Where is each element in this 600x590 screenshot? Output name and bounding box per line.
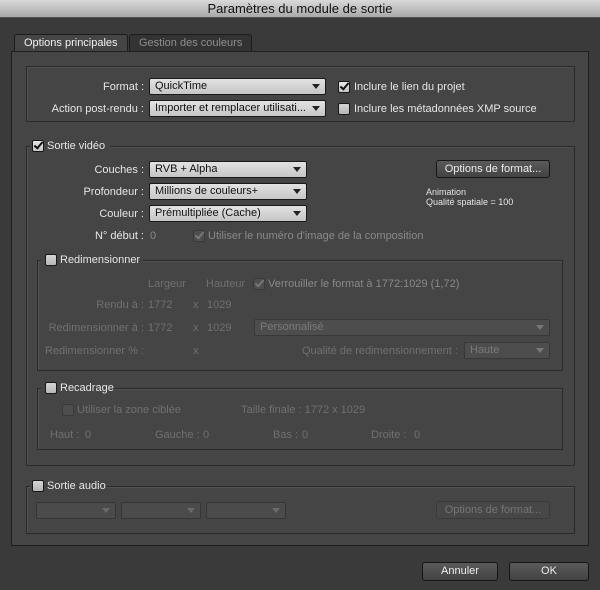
tab-options-principales[interactable]: Options principales [14,34,128,52]
crop-bottom-field[interactable]: 0 [302,429,308,441]
channels-label: Couches : [94,164,144,176]
chevron-down-icon [293,211,301,216]
crop-group [37,388,563,450]
lock-aspect-label: Verrouiller le format à 1772:1029 (1,72) [268,278,460,290]
crop-left-field[interactable]: 0 [203,429,209,441]
resize-x: x [193,322,199,334]
ok-button[interactable]: OK [509,562,589,581]
include-project-link-label: Inclure le lien du projet [354,81,465,93]
audio-sample-rate-dropdown[interactable] [36,502,116,519]
checkmark-icon [194,229,205,240]
post-render-value: Importer et remplacer utilisati... [155,102,305,114]
color-value: Prémultipliée (Cache) [155,207,261,219]
depth-dropdown[interactable]: Millions de couleurs+ [149,183,307,200]
format-label: Format : [103,81,144,93]
resize-quality-dropdown[interactable]: Haute [464,342,550,359]
chevron-down-icon [187,508,195,513]
crop-top-label: Haut : [50,429,80,441]
video-output-label: Sortie vidéo [47,140,106,152]
audio-output-label: Sortie audio [47,480,106,492]
checkmark-icon [339,80,350,91]
resize-label: Redimensionner [60,254,141,266]
color-label: Couleur : [99,208,144,220]
crop-right-label: Droite : [371,429,407,441]
rendered-at-label: Rendu à : [96,299,144,311]
chevron-down-icon [536,325,544,330]
rendered-width: 1772 [148,299,173,311]
depth-label: Profondeur : [83,186,144,198]
post-render-dropdown[interactable]: Importer et remplacer utilisati... [149,100,326,117]
use-comp-frame-checkbox[interactable] [193,229,205,242]
crop-left-label: Gauche : [155,429,200,441]
color-dropdown[interactable]: Prémultipliée (Cache) [149,205,307,222]
cancel-button[interactable]: Annuler [422,562,498,581]
chevron-down-icon [293,189,301,194]
use-roi-label: Utiliser la zone ciblée [77,404,181,416]
crop-checkbox[interactable] [45,382,57,394]
window-title: Paramètres du module de sortie [0,0,600,18]
chevron-down-icon [293,167,301,172]
chevron-down-icon [536,348,544,353]
format-dropdown[interactable]: QuickTime [149,78,326,95]
include-project-link-checkbox[interactable] [338,80,350,93]
use-comp-frame-label: Utiliser le numéro d'image de la composi… [208,230,424,242]
chevron-down-icon [272,508,280,513]
rendered-height: 1029 [207,299,232,311]
channels-value: RVB + Alpha [155,163,218,175]
resize-to-label: Redimensionner à : [48,322,144,334]
depth-value: Millions de couleurs+ [155,185,259,197]
resize-preset-dropdown[interactable]: Personnalisé [254,319,550,336]
lock-aspect-checkbox[interactable] [253,277,265,290]
resize-quality-label: Qualité de redimensionnement : [302,345,458,357]
audio-format-options-button[interactable]: Options de format... [436,501,550,519]
resize-checkbox[interactable] [45,254,57,266]
resize-width-field[interactable]: 1772 [148,322,172,334]
video-output-checkbox[interactable] [32,139,44,152]
tab-gestion-des-couleurs[interactable]: Gestion des couleurs [129,34,253,52]
codec-info-line-2: Qualité spatiale = 100 [426,197,514,207]
height-column-header: Hauteur [206,278,246,290]
resize-preset-value: Personnalisé [260,321,324,333]
crop-label: Recadrage [60,382,114,394]
checkmark-icon [33,139,44,150]
rendered-x: x [193,299,199,311]
channels-dropdown[interactable]: RVB + Alpha [149,161,307,178]
include-xmp-label: Inclure les métadonnées XMP source [354,103,537,115]
chevron-down-icon [102,508,110,513]
chevron-down-icon [312,84,320,89]
use-roi-checkbox[interactable] [62,404,74,416]
audio-output-checkbox[interactable] [32,480,44,492]
final-size-label: Taille finale : 1772 x 1029 [241,404,366,416]
video-format-options-button[interactable]: Options de format... [436,160,550,178]
audio-channels-dropdown[interactable] [206,502,286,519]
resize-quality-value: Haute [470,344,500,356]
start-number-label: N° début : [94,230,144,242]
audio-bit-depth-dropdown[interactable] [121,502,201,519]
resize-percent-x: x [193,345,199,357]
post-render-label: Action post-rendu : [51,103,144,115]
chevron-down-icon [312,106,320,111]
include-xmp-checkbox[interactable] [338,103,350,115]
crop-right-field[interactable]: 0 [414,429,420,441]
crop-bottom-label: Bas : [273,429,299,441]
start-number-value[interactable]: 0 [150,230,156,242]
resize-height-field[interactable]: 1029 [207,322,231,334]
width-column-header: Largeur [148,278,186,290]
checkmark-icon [254,277,265,288]
crop-top-field[interactable]: 0 [85,429,91,441]
resize-percent-label: Redimensionner % : [44,345,144,357]
format-value: QuickTime [155,80,208,92]
